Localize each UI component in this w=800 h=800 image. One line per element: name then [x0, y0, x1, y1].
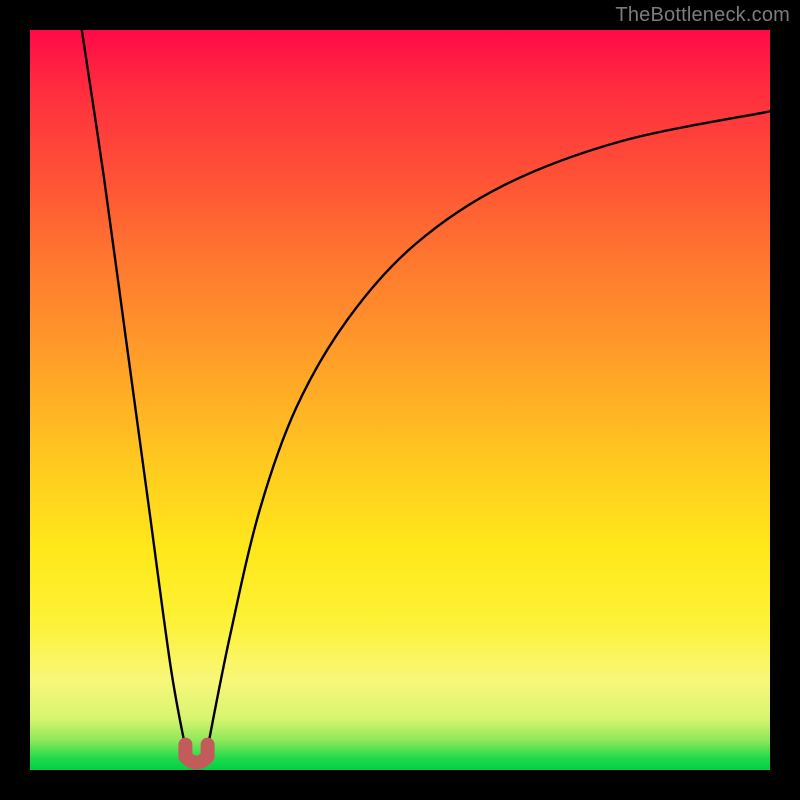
curve-left-branch [82, 30, 186, 748]
curve-right-branch [208, 111, 770, 747]
chart-frame: TheBottleneck.com [0, 0, 800, 800]
chart-plot-area [30, 30, 770, 770]
watermark-text: TheBottleneck.com [615, 4, 790, 27]
minimum-marker [185, 745, 207, 763]
curves-svg [30, 30, 770, 770]
